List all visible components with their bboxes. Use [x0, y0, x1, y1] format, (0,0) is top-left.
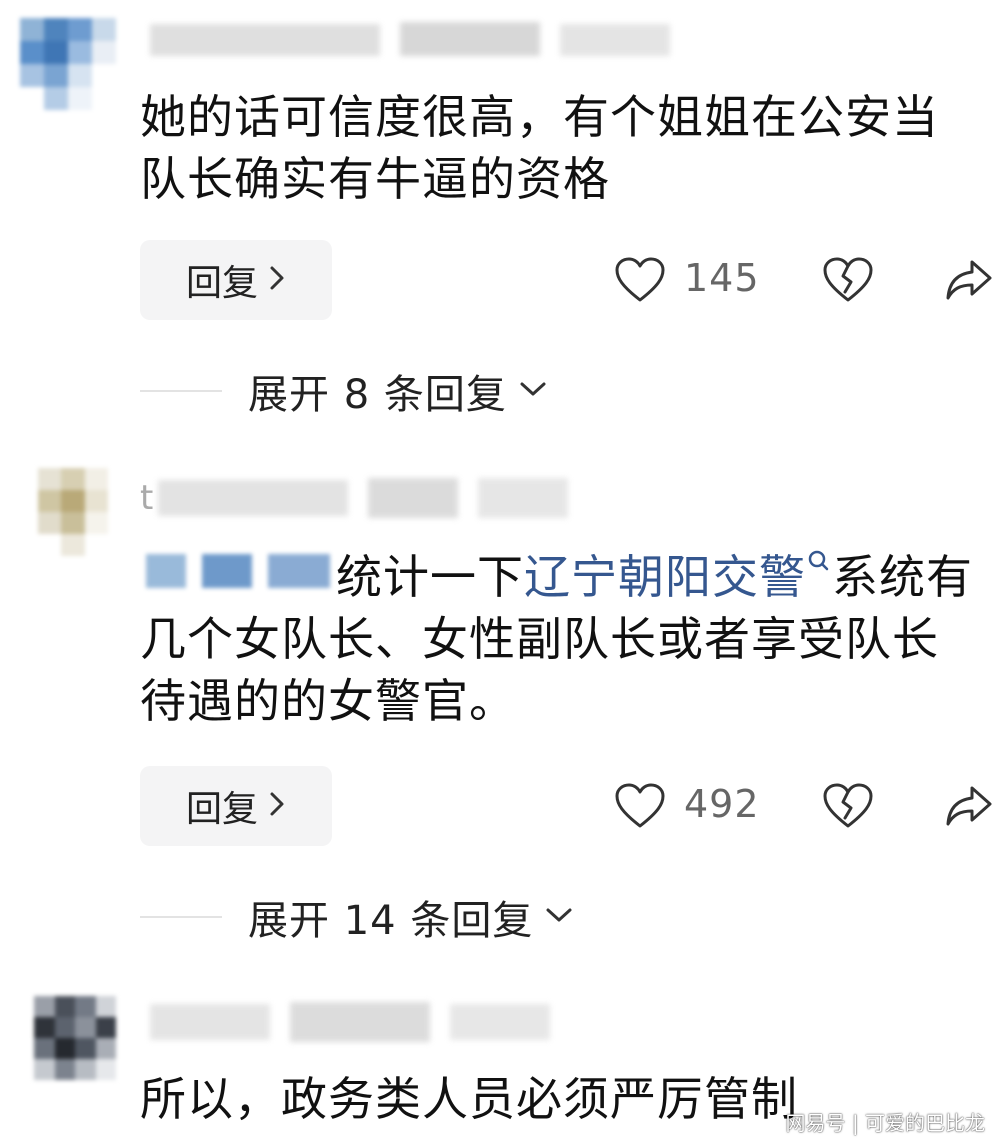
divider: [140, 916, 222, 918]
comment-text: 她的话可信度很高，有个姐姐在公安当队长确实有牛逼的资格: [140, 90, 939, 206]
expand-replies-label: 展开 14 条回复: [248, 898, 534, 944]
reply-label: 回复: [185, 263, 258, 304]
username-blurred[interactable]: [158, 470, 578, 524]
chevron-right-icon: [268, 787, 286, 825]
like-button[interactable]: [614, 782, 666, 830]
avatar[interactable]: [34, 996, 116, 1080]
reply-label: 回复: [185, 789, 258, 830]
dislike-button[interactable]: [822, 256, 874, 304]
expand-replies-label: 展开 8 条回复: [248, 372, 507, 418]
heart-outline-icon: [615, 783, 665, 828]
avatar[interactable]: [38, 468, 108, 556]
avatar[interactable]: [20, 18, 116, 110]
dislike-button[interactable]: [822, 782, 874, 830]
chevron-down-icon: [545, 906, 573, 928]
share-arrow-icon: [946, 260, 992, 300]
share-button[interactable]: [944, 256, 994, 304]
broken-heart-icon: [823, 783, 873, 828]
reply-button[interactable]: 回复: [140, 766, 332, 846]
comment-text: 统计一下辽宁朝阳交警 系统有几个女队长、女性副队长或者享受队长待遇的的女警官。: [140, 546, 980, 732]
divider: [140, 390, 222, 392]
username-initial: t: [140, 478, 154, 518]
search-icon[interactable]: [806, 546, 832, 586]
broken-heart-icon: [823, 257, 873, 302]
chevron-down-icon: [519, 380, 547, 402]
like-count: 492: [684, 782, 760, 826]
chevron-right-icon: [268, 261, 286, 299]
expand-replies[interactable]: 展开 8 条回复: [140, 366, 547, 418]
like-button[interactable]: [614, 256, 666, 304]
username-blurred[interactable]: [150, 18, 670, 60]
like-count: 145: [684, 256, 760, 300]
heart-outline-icon: [615, 257, 665, 302]
share-button[interactable]: [944, 782, 994, 830]
share-arrow-icon: [946, 786, 992, 826]
reply-button[interactable]: 回复: [140, 240, 332, 320]
watermark: 网易号 | 可爱的巴比龙: [785, 1111, 985, 1135]
search-link[interactable]: 辽宁朝阳交警: [524, 550, 806, 604]
username-blurred[interactable]: [150, 998, 570, 1046]
expand-replies[interactable]: 展开 14 条回复: [140, 892, 573, 944]
